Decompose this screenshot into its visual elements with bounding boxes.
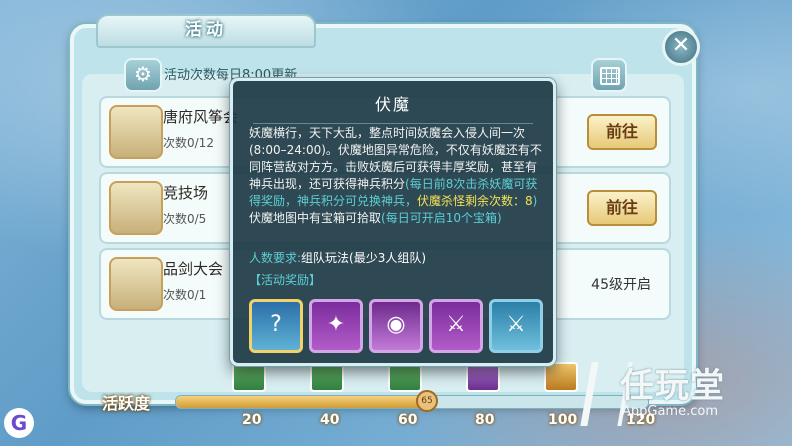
unlock-level-text: 45级开启 [591, 277, 651, 293]
sword-card-icon[interactable]: ⚔ [489, 299, 543, 353]
mystery-weapon-icon[interactable]: ? [249, 299, 303, 353]
desc-chest: 伏魔地图中有宝箱可拾取 [249, 211, 382, 225]
desc-highlight-end: ) [532, 194, 538, 208]
chest-100-icon[interactable] [544, 362, 578, 392]
window-title: 活动 [185, 20, 227, 40]
chest-40-icon[interactable] [310, 362, 344, 392]
tick-label: 60 [398, 412, 418, 428]
dialog-description: 妖魔横行，天下大乱，整点时间妖魔会入侵人间一次(8:00–24:00)。伏魔地图… [249, 125, 545, 227]
weapon-card-icon[interactable]: ⚔ [429, 299, 483, 353]
chest-80-icon[interactable] [466, 362, 500, 392]
activity-name: 唐府风筝会 [163, 108, 239, 126]
requirement-line: 人数要求:组队玩法(最少3人组队) [249, 249, 426, 266]
requirement-label: 人数要求: [249, 251, 302, 265]
go-button[interactable]: 前往 [587, 114, 657, 150]
reward-list: ? ✦ ◉ ⚔ ⚔ [249, 299, 549, 355]
activity-value-knob: 65 [416, 390, 438, 412]
activity-count: 次数0/12 [163, 136, 214, 150]
watermark-sub: AppGame.com [622, 404, 718, 419]
go-button[interactable]: 前往 [587, 190, 657, 226]
tick-label: 80 [475, 412, 495, 428]
reward-header: 【活动奖励】 [249, 273, 322, 287]
desc-remaining-count: 伏魔杀怪剩余次数：8 [417, 194, 533, 208]
tick-label: 100 [548, 412, 578, 428]
activity-name: 品剑大会 [163, 260, 224, 278]
activity-count: 次数0/1 [163, 288, 207, 302]
close-button[interactable]: ✕ [662, 28, 700, 66]
activity-name: 竞技场 [163, 184, 209, 202]
chest-20-icon[interactable] [232, 362, 266, 392]
tick-label: 20 [242, 412, 262, 428]
gold-orb-icon [109, 257, 163, 311]
watermark-main: 任玩堂 [620, 366, 725, 406]
requirement-value: 组队玩法(最少3人组队) [301, 251, 427, 265]
watermark: 任玩堂 AppGame.com [580, 356, 786, 434]
settings-gear-icon[interactable]: ⚙ [124, 58, 162, 92]
exp-icon [109, 105, 163, 159]
gold-orb-icon[interactable]: ◉ [369, 299, 423, 353]
activity-bar-label: 活跃度 [102, 394, 151, 413]
activity-count: 次数0/5 [163, 212, 207, 226]
window-title-tab: 活动 [96, 14, 316, 48]
activity-progress-fill [176, 396, 432, 408]
desc-chest-highlight: (每日可开启10个宝箱) [381, 211, 502, 225]
g-logo-icon[interactable]: G [4, 408, 34, 438]
dialog-title: 伏魔 [233, 91, 553, 124]
calendar-icon[interactable] [591, 58, 627, 92]
purple-pouch-icon[interactable]: ✦ [309, 299, 363, 353]
activity-progress-bar [175, 395, 649, 409]
scroll-map-icon [109, 181, 163, 235]
chest-60-icon[interactable] [388, 362, 422, 392]
activity-detail-dialog: 伏魔 妖魔横行，天下大乱，整点时间妖魔会入侵人间一次(8:00–24:00)。伏… [230, 78, 556, 366]
tick-label: 40 [320, 412, 340, 428]
